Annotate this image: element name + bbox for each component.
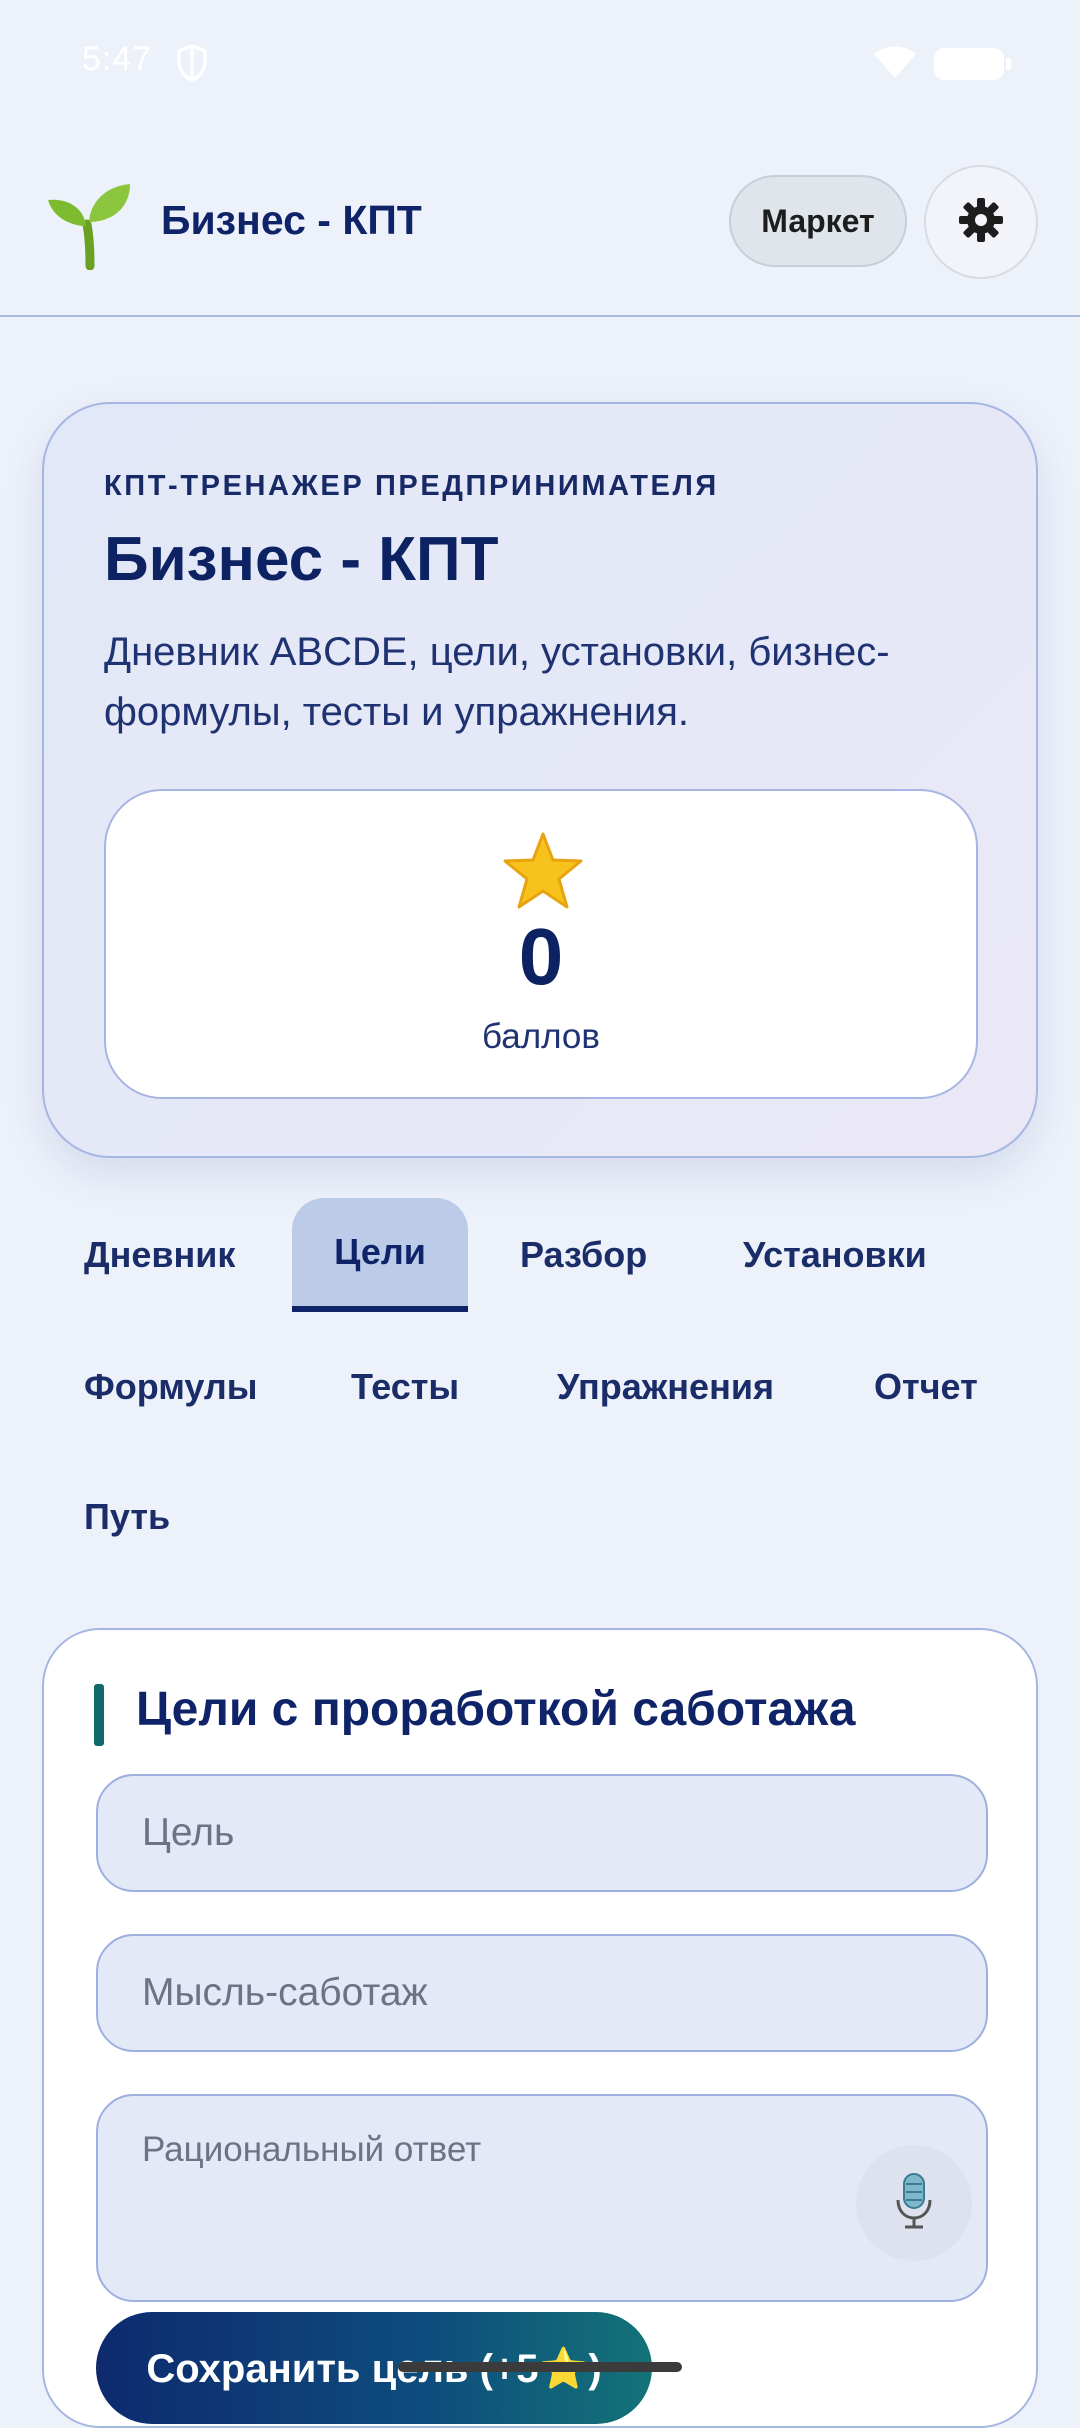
tab-analysis[interactable]: Разбор xyxy=(520,1198,647,1312)
goal-input[interactable] xyxy=(96,1774,988,1892)
settings-button[interactable] xyxy=(924,165,1038,279)
score-box: 0 баллов xyxy=(104,789,978,1099)
section-accent-bar xyxy=(94,1684,104,1746)
status-time: 5:47 xyxy=(82,40,153,78)
hero-description: Дневник ABCDE, цели, установки, бизнес-ф… xyxy=(104,630,890,734)
app-header: Бизнес - КПТ Маркет xyxy=(0,125,1080,317)
hero-card: КПТ-ТРЕНАЖЕР ПРЕДПРИНИМАТЕЛЯ Бизнес - КП… xyxy=(42,402,1038,1158)
section-title: Цели с проработкой саботажа xyxy=(136,1683,856,1736)
microphone-icon xyxy=(894,2172,934,2235)
tab-exercises[interactable]: Упражнения xyxy=(557,1330,774,1444)
market-button[interactable]: Маркет xyxy=(729,175,907,267)
tab-beliefs[interactable]: Установки xyxy=(743,1198,927,1312)
goals-card: Цели с проработкой саботажа Сохранить це… xyxy=(42,1628,1038,2428)
rational-response-textarea[interactable] xyxy=(96,2094,988,2302)
voice-input-button[interactable] xyxy=(856,2145,972,2261)
shield-icon xyxy=(176,44,208,87)
app-title: Бизнес - КПТ xyxy=(161,197,422,243)
score-label: баллов xyxy=(481,1017,600,1056)
seedling-icon xyxy=(44,180,134,275)
tab-formulas[interactable]: Формулы xyxy=(84,1330,258,1444)
tab-goals[interactable]: Цели xyxy=(292,1198,468,1312)
sabotage-thought-input[interactable] xyxy=(96,1934,988,2052)
gesture-bar xyxy=(398,2362,682,2372)
tab-path[interactable]: Путь xyxy=(84,1460,170,1574)
wifi-icon xyxy=(872,44,918,85)
tab-report[interactable]: Отчет xyxy=(874,1330,978,1444)
score-value: 0 xyxy=(518,912,564,1001)
hero-title: Бизнес - КПТ xyxy=(104,525,499,594)
status-bar: 5:47 xyxy=(0,0,1080,125)
battery-icon xyxy=(934,48,1011,80)
star-icon xyxy=(501,831,585,916)
hero-kicker: КПТ-ТРЕНАЖЕР ПРЕДПРИНИМАТЕЛЯ xyxy=(104,470,719,502)
tab-diary[interactable]: Дневник xyxy=(84,1198,235,1312)
gear-icon xyxy=(957,196,1005,249)
tab-tests[interactable]: Тесты xyxy=(351,1330,459,1444)
